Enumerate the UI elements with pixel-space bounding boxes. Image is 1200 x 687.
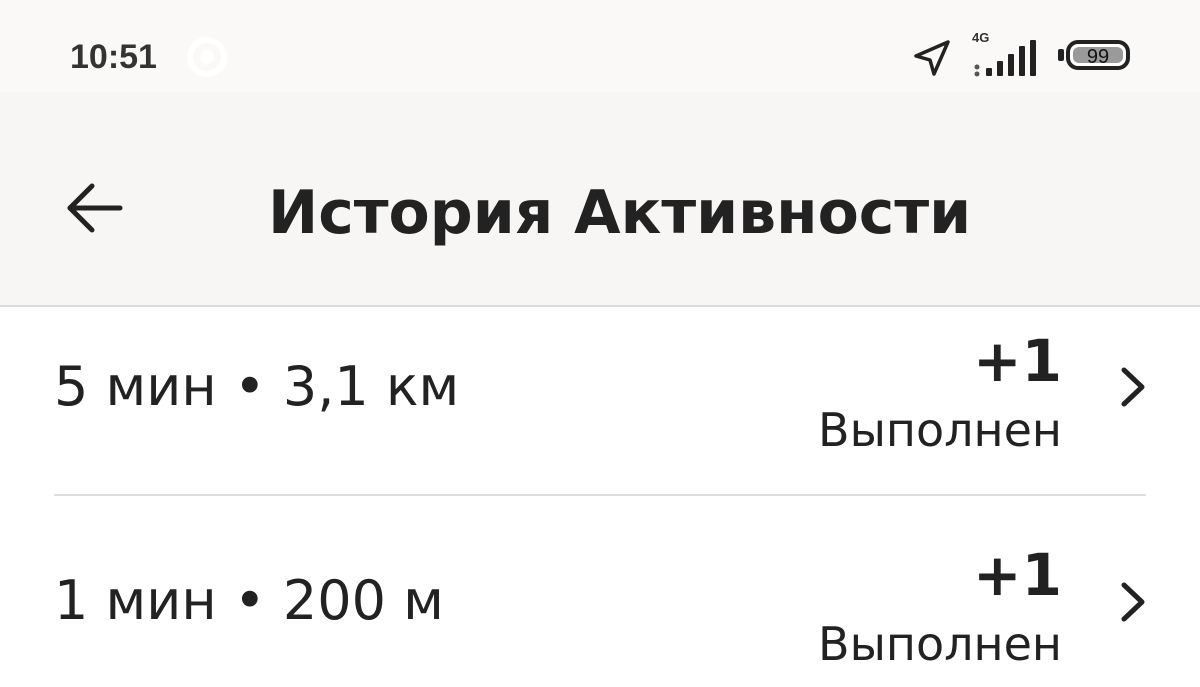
- battery-percent: 99: [1086, 46, 1110, 68]
- location-arrow-icon: [914, 40, 950, 76]
- notification-icon: [187, 37, 227, 77]
- separator-dot: •: [233, 569, 283, 632]
- activity-status: Выполнен: [818, 403, 1062, 457]
- activity-duration: 5 мин: [54, 355, 217, 418]
- activity-points: +1: [973, 327, 1062, 395]
- app-bar: История Активности: [0, 92, 1200, 307]
- activity-points: +1: [973, 541, 1062, 609]
- back-button[interactable]: [48, 172, 138, 242]
- activity-status: Выполнен: [818, 617, 1062, 671]
- activity-distance: 3,1 км: [282, 355, 460, 418]
- arrow-left-icon: [67, 183, 123, 233]
- activity-row[interactable]: 5 мин • 3,1 км +1 Выполнен: [0, 307, 1200, 497]
- activity-summary: 1 мин • 200 м: [54, 569, 444, 632]
- signal-strength-icon: [974, 40, 1036, 77]
- row-divider: [54, 494, 1146, 496]
- page-title: История Активности: [268, 178, 972, 248]
- activity-row[interactable]: 1 мин • 200 м +1 Выполнен: [0, 497, 1200, 687]
- status-bar: 10:51 4G 99: [0, 0, 1200, 92]
- status-time: 10:51: [70, 38, 157, 76]
- chevron-right-icon: [1121, 367, 1145, 407]
- battery-icon: 99: [1058, 40, 1134, 78]
- separator-dot: •: [233, 355, 283, 418]
- activity-summary: 5 мин • 3,1 км: [54, 355, 459, 418]
- activity-duration: 1 мин: [54, 569, 217, 632]
- chevron-right-icon: [1121, 582, 1145, 622]
- activity-distance: 200 м: [282, 569, 444, 632]
